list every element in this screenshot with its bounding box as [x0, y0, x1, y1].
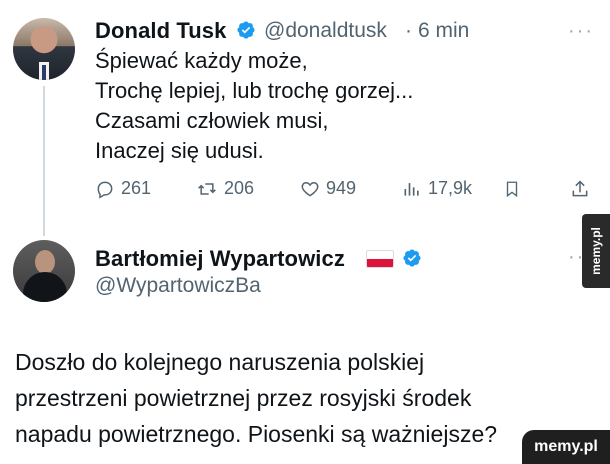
author-name-2[interactable]: Bartłomiej Wypartowicz — [95, 246, 345, 272]
watermark-bottom-label: memy.pl — [534, 438, 598, 455]
separator-dot: · — [405, 19, 412, 42]
repost-button[interactable]: 206 — [196, 178, 254, 199]
views-button[interactable]: 17,9k — [402, 178, 472, 199]
avatar-donald-tusk[interactable] — [13, 18, 75, 80]
author-name[interactable]: Donald Tusk — [95, 18, 226, 44]
like-button[interactable]: 949 — [300, 178, 356, 199]
avatar-tie — [42, 65, 46, 80]
reply-button[interactable]: 261 — [95, 178, 151, 199]
verified-badge-icon — [403, 249, 421, 267]
views-icon — [404, 182, 419, 196]
tweet-time[interactable]: 6 min — [418, 19, 469, 43]
views-count: 17,9k — [428, 178, 473, 198]
bookmark-button[interactable] — [503, 178, 521, 200]
bookmark-icon — [506, 181, 518, 198]
thread-line — [43, 86, 45, 236]
reply-icon — [97, 181, 113, 199]
watermark-bottom: memy.pl — [522, 430, 610, 464]
more-options-icon[interactable]: ··· — [568, 20, 594, 43]
author-handle[interactable]: @donaldtusk — [264, 19, 387, 43]
author-handle-2[interactable]: @WypartowiczBa — [95, 274, 261, 298]
avatar-bartlomiej-wypartowicz[interactable] — [13, 240, 75, 302]
verified-badge-icon — [237, 21, 255, 39]
watermark-side-label: memy.pl — [589, 227, 603, 275]
watermark-side: memy.pl — [582, 214, 610, 288]
reply-count: 261 — [121, 178, 152, 198]
like-icon — [301, 181, 319, 197]
tweet-text-2: Doszło do kolejnego naruszenia polskiej … — [15, 349, 498, 447]
avatar-body — [23, 272, 67, 302]
poland-flag-icon — [366, 250, 394, 268]
share-icon — [572, 180, 588, 197]
like-count: 949 — [326, 178, 357, 198]
repost-count: 206 — [224, 178, 255, 198]
repost-icon — [198, 182, 216, 195]
tweet-text: Śpiewać każdy może, Trochę lepiej, lub t… — [95, 48, 414, 163]
share-button[interactable] — [570, 178, 590, 200]
avatar-head — [35, 250, 55, 274]
